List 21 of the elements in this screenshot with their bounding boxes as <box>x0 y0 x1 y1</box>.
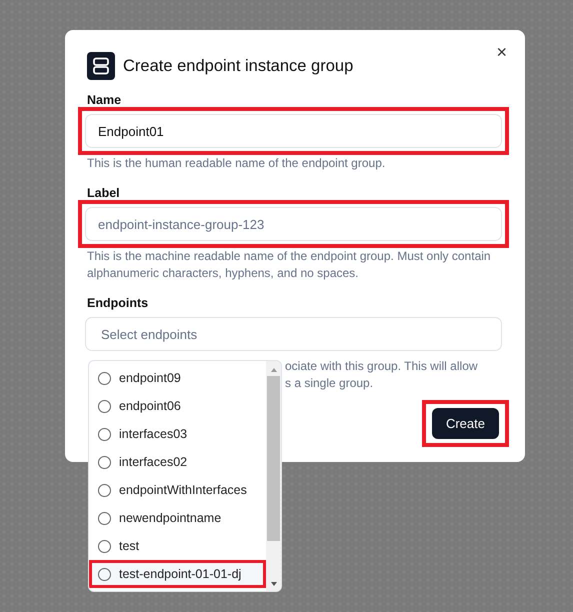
field-hint: s a single group. <box>285 375 374 392</box>
dropdown-option[interactable]: endpoint09 <box>89 364 266 392</box>
dropdown-option[interactable]: newendpointname <box>89 504 266 532</box>
field-hint: This is the human readable name of the endpoint group. <box>87 155 386 172</box>
dropdown-option[interactable]: endpoint06 <box>89 392 266 420</box>
field-label: Label <box>87 186 121 200</box>
text-field[interactable]: Endpoint01 <box>85 114 502 148</box>
dropdown-option[interactable]: test <box>89 532 266 560</box>
create-button[interactable]: Create <box>432 408 499 439</box>
field-hint: ociate with this group. This will allow <box>285 358 479 375</box>
dialog-title: Create endpoint instance group <box>123 56 354 76</box>
dropdown-option[interactable]: endpointWithInterfaces <box>89 476 266 504</box>
dropdown-option[interactable]: interfaces03 <box>89 420 266 448</box>
text-field[interactable]: endpoint-instance-group-123 <box>85 207 502 241</box>
field-hint: This is the machine readable name of the endpoint group. Must only contain alphanumeric characters, hyphens, and no spaces. <box>87 248 492 282</box>
field-label: Name <box>87 93 122 107</box>
close-button[interactable]: × <box>494 42 509 63</box>
dropdown-option[interactable]: interfaces02 <box>89 448 266 476</box>
field-label: Endpoints <box>87 296 150 310</box>
dropdown-option[interactable]: test-endpoint-01-01-dj <box>89 560 266 588</box>
select-field[interactable]: Select endpoints <box>85 317 502 351</box>
